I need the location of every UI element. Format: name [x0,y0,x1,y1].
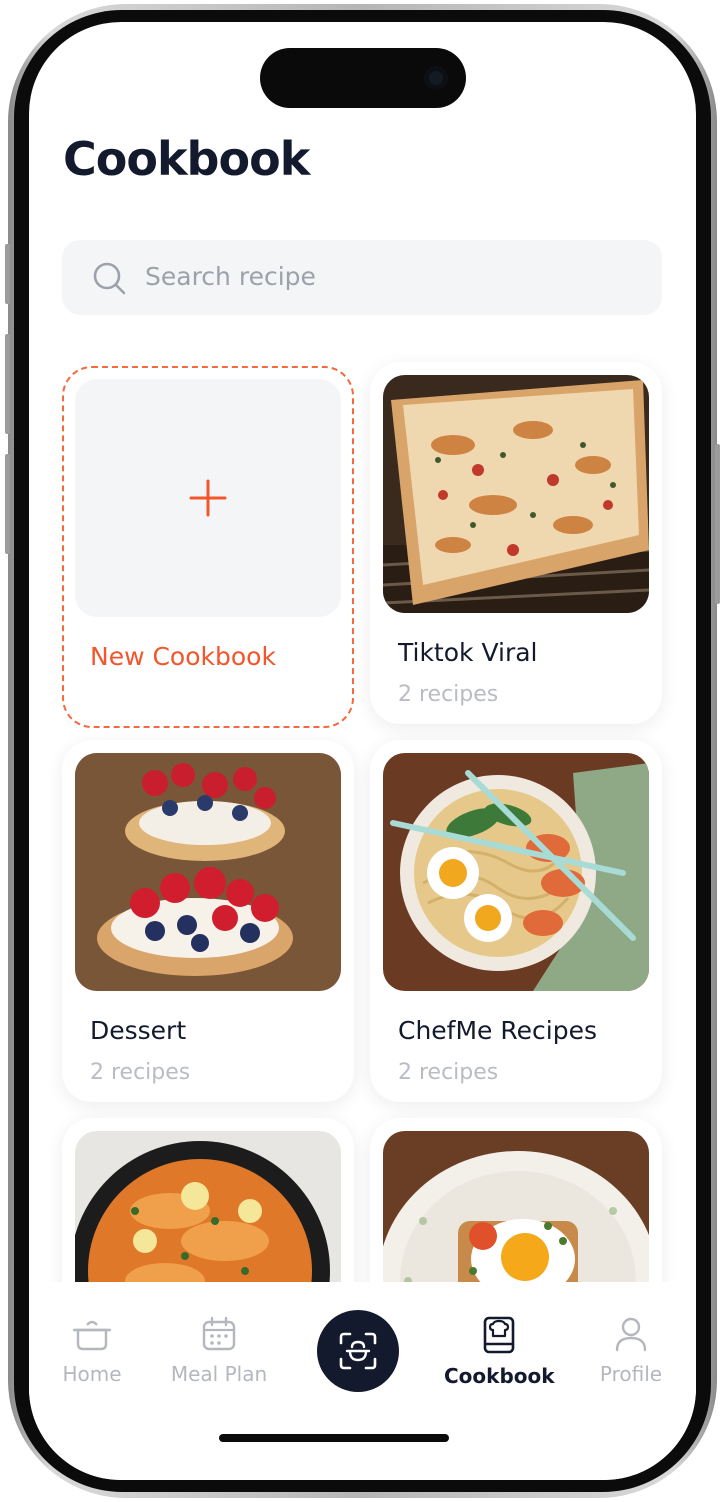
cookbook-card-chefme-recipes[interactable]: ChefMe Recipes 2 recipes [370,740,662,1102]
cookbook-card-curry[interactable] [62,1118,354,1282]
search-icon [93,262,126,295]
scan-button[interactable] [317,1310,399,1392]
pot-icon [72,1320,112,1351]
cookbook-recipe-count: 2 recipes [398,1060,499,1085]
cookbook-card-breakfast[interactable] [370,1118,662,1282]
cookbook-name: ChefMe Recipes [398,1016,597,1045]
plus-icon [189,479,227,517]
screen: Cookbook Search recipe New Cookbook Tikt… [29,22,696,1480]
home-indicator[interactable] [219,1434,449,1442]
cookbook-name: Dessert [90,1016,187,1045]
cookbook-icon [483,1316,515,1354]
user-icon [615,1317,647,1352]
nav-label: Home [62,1362,122,1386]
new-cookbook-card[interactable]: New Cookbook [62,366,354,728]
baked-casserole-photo [383,375,649,613]
page-title: Cookbook [63,132,310,186]
search-input[interactable]: Search recipe [145,262,316,291]
nav-item-meal-plan[interactable]: Meal Plan [164,1316,274,1386]
nav-item-home[interactable]: Home [37,1316,147,1386]
new-cookbook-label: New Cookbook [90,642,276,671]
new-cookbook-tile[interactable] [75,379,341,617]
cookbook-grid: New Cookbook Tiktok Viral 2 recipes Dess… [29,352,696,1282]
nav-item-cookbook[interactable]: Cookbook [444,1316,555,1388]
bottom-nav: Home Meal Plan Cookbook Profile [29,1282,696,1480]
side-button-mute [5,244,10,304]
cookbook-name: Tiktok Viral [398,638,538,667]
nav-label: Cookbook [444,1364,555,1388]
nav-label: Meal Plan [170,1362,268,1386]
nav-label: Profile [599,1362,663,1386]
egg-toast-plate-photo [383,1131,649,1282]
nav-item-profile[interactable]: Profile [576,1316,686,1386]
curry-skillet-photo [75,1131,341,1282]
side-button-volume-up [5,334,10,434]
ramen-bowl-photo [383,753,649,991]
berry-tart-photo [75,753,341,991]
cookbook-card-dessert[interactable]: Dessert 2 recipes [62,740,354,1102]
cookbook-recipe-count: 2 recipes [90,1060,191,1085]
search-bar[interactable]: Search recipe [62,240,662,315]
scan-icon [339,1332,377,1370]
side-button-volume-down [5,454,10,554]
side-button-power [715,444,720,604]
calendar-icon [202,1316,236,1351]
dynamic-island [260,48,466,108]
front-camera [424,66,448,90]
cookbook-card-tiktok-viral[interactable]: Tiktok Viral 2 recipes [370,362,662,724]
cookbook-recipe-count: 2 recipes [398,682,499,707]
